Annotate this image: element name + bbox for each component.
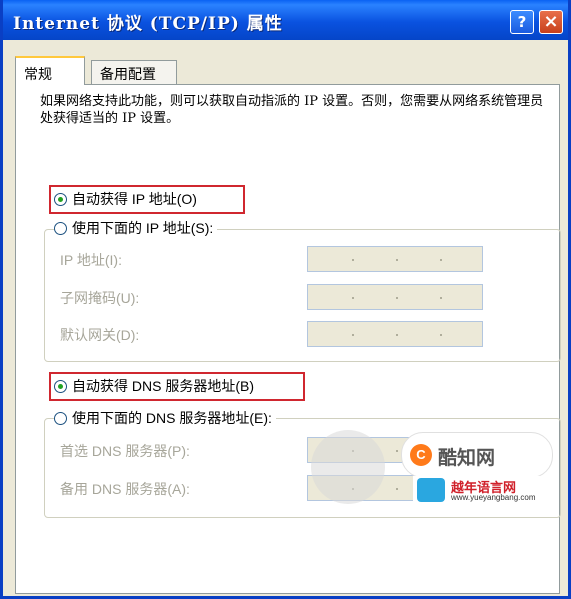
window-title: Internet 协议 (TCP/IP) 属性 — [13, 14, 283, 34]
octet-separator — [396, 259, 398, 261]
default-gateway-field[interactable] — [307, 321, 483, 347]
octet-separator — [440, 334, 442, 336]
watermark-badge: 越年语言网 www.yueyangbang.com — [413, 476, 553, 506]
watermark-logo-text: 酷知网 — [438, 448, 496, 469]
dns-manual-label: 使用下面的 DNS 服务器地址(E): — [72, 410, 272, 426]
ip-auto-label: 自动获得 IP 地址(O) — [72, 191, 197, 207]
watermark-logo-icon: C — [410, 444, 432, 466]
octet-separator — [396, 488, 398, 490]
watermark-badge-url: www.yueyangbang.com — [451, 493, 536, 502]
octet-separator — [440, 259, 442, 261]
help-button[interactable]: ? — [510, 10, 534, 34]
ip-manual-option[interactable]: 使用下面的 IP 地址(S): — [54, 216, 218, 240]
ip-address-label: IP 地址(I): — [60, 252, 122, 268]
tab-general[interactable]: 常规 — [15, 56, 85, 85]
tab-alternate-configuration[interactable]: 备用配置 — [91, 60, 177, 85]
octet-separator — [440, 297, 442, 299]
preferred-dns-label: 首选 DNS 服务器(P): — [60, 443, 190, 459]
tab-strip: 常规 备用配置 — [15, 52, 560, 85]
ip-manual-label: 使用下面的 IP 地址(S): — [72, 220, 214, 236]
radio-unchecked-icon[interactable] — [54, 221, 67, 235]
ip-address-field[interactable] — [307, 246, 483, 272]
octet-separator — [396, 334, 398, 336]
description-text: 如果网络支持此功能，则可以获取自动指派的 IP 设置。否则，您需要从网络系统管理… — [40, 94, 544, 126]
dns-auto-option[interactable]: 自动获得 DNS 服务器地址(B) — [54, 374, 254, 398]
octet-separator — [352, 259, 354, 261]
general-tab-panel: 如果网络支持此功能，则可以获取自动指派的 IP 设置。否则，您需要从网络系统管理… — [15, 84, 561, 594]
octet-separator — [396, 450, 398, 452]
dns-auto-label: 自动获得 DNS 服务器地址(B) — [72, 378, 254, 394]
default-gateway-label: 默认网关(D): — [60, 327, 140, 343]
radio-checked-icon[interactable] — [54, 192, 67, 206]
octet-separator — [352, 334, 354, 336]
title-bar[interactable]: Internet 协议 (TCP/IP) 属性 ? × — [3, 0, 568, 40]
octet-separator — [352, 297, 354, 299]
watermark-logo: C 酷知网 — [401, 432, 553, 478]
octet-separator — [396, 297, 398, 299]
close-button[interactable]: × — [539, 10, 563, 34]
alternate-dns-label: 备用 DNS 服务器(A): — [60, 481, 190, 497]
subnet-mask-field[interactable] — [307, 284, 483, 310]
subnet-mask-label: 子网掩码(U): — [60, 290, 140, 306]
dns-manual-option[interactable]: 使用下面的 DNS 服务器地址(E): — [54, 406, 276, 430]
watermark-circle — [311, 430, 385, 504]
house-icon — [417, 478, 445, 502]
radio-unchecked-icon[interactable] — [54, 411, 67, 425]
radio-checked-icon[interactable] — [54, 379, 67, 393]
tcp-ip-properties-dialog: Internet 协议 (TCP/IP) 属性 ? × 常规 备用配置 如果网络… — [0, 0, 571, 599]
ip-auto-option[interactable]: 自动获得 IP 地址(O) — [54, 187, 197, 211]
